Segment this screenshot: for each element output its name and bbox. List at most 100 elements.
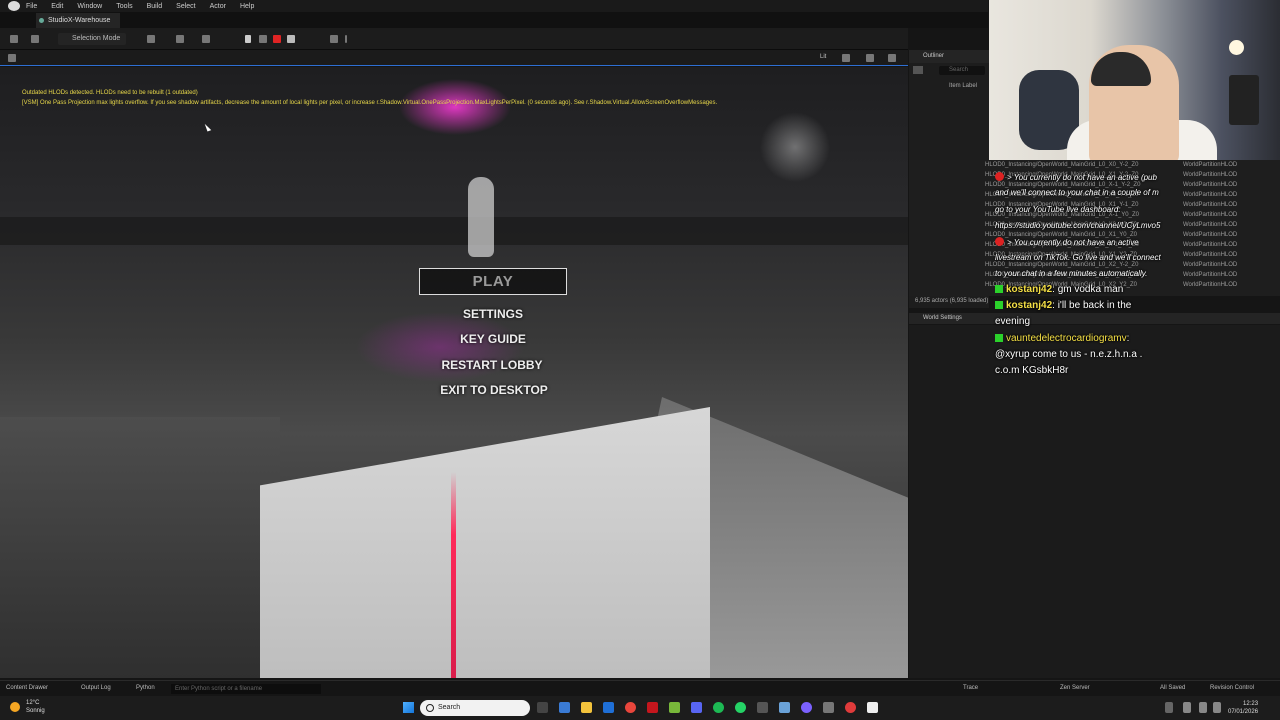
- chat-message-cont: @xyrup come to us - n.e.z.h.n.a .: [995, 349, 1143, 360]
- snap-icon[interactable]: [866, 54, 874, 62]
- task-view-icon[interactable]: [537, 702, 548, 713]
- viewport-settings-icon[interactable]: [888, 54, 896, 62]
- chat-system-message: to your chat in a few minutes automatica…: [995, 269, 1148, 278]
- content-browser-icon[interactable]: [31, 35, 39, 43]
- all-saved-button[interactable]: All Saved: [1160, 685, 1185, 691]
- app-icon[interactable]: [647, 702, 658, 713]
- console-input[interactable]: Enter Python script or a filename: [171, 684, 321, 694]
- menu-select[interactable]: Select: [176, 3, 195, 10]
- laser-beam: [451, 472, 456, 678]
- desk-surface: [260, 407, 710, 678]
- volume-icon[interactable]: [1199, 702, 1207, 713]
- viewport-menu-icon[interactable]: [8, 54, 16, 62]
- menu-bar: File Edit Window Tools Build Select Acto…: [0, 0, 988, 12]
- floor-area: [0, 417, 280, 678]
- play-button[interactable]: PLAY: [419, 268, 567, 295]
- speaker: [1229, 75, 1259, 125]
- weather-temp[interactable]: 12°C: [26, 700, 39, 706]
- tray-chevron-icon[interactable]: [1165, 702, 1173, 713]
- step-icon[interactable]: [259, 35, 267, 43]
- clock-date: 07/01/2026: [1228, 709, 1259, 715]
- bot-icon: [995, 172, 1004, 181]
- menu-help[interactable]: Help: [240, 3, 254, 10]
- chat-system-message: > You currently do not have an active: [995, 237, 1139, 247]
- editor-status-bar: Content Drawer Output Log Python Enter P…: [0, 680, 1280, 696]
- obs-icon[interactable]: [801, 702, 812, 713]
- outliner-tab[interactable]: Outliner: [909, 50, 989, 63]
- outliner-search-input[interactable]: Search: [939, 66, 985, 75]
- spotify-icon[interactable]: [713, 702, 724, 713]
- platforms-icon[interactable]: [330, 35, 338, 43]
- list-item[interactable]: HLOD0_Instancing/OpenWorld_MainGrid_L0_X…: [985, 160, 1275, 170]
- output-log-button[interactable]: Output Log: [81, 685, 111, 691]
- app-icon[interactable]: [779, 702, 790, 713]
- vsm-warning: [VSM] One Pass Projection max lights ove…: [22, 100, 718, 106]
- cinematics-icon[interactable]: [202, 35, 210, 43]
- main-toolbar: Selection Mode: [0, 28, 908, 50]
- mouse-cursor-icon: [204, 122, 212, 132]
- whatsapp-icon[interactable]: [735, 702, 746, 713]
- tab-level[interactable]: StudioX-Warehouse: [36, 13, 121, 28]
- exit-to-desktop-button[interactable]: EXIT TO DESKTOP: [394, 383, 594, 397]
- unreal-logo-icon[interactable]: [8, 1, 20, 11]
- show-flags-icon[interactable]: [842, 54, 850, 62]
- lit-mode-dropdown[interactable]: Lit: [820, 54, 826, 60]
- selection-mode-dropdown[interactable]: Selection Mode: [58, 33, 126, 45]
- content-drawer-button[interactable]: Content Drawer: [6, 685, 48, 691]
- level-viewport[interactable]: Outdated HLODs detected. HLODs need to b…: [0, 67, 908, 678]
- blueprint-icon[interactable]: [176, 35, 184, 43]
- sun-icon[interactable]: [10, 702, 20, 712]
- key-guide-button[interactable]: KEY GUIDE: [393, 332, 593, 346]
- add-actor-icon[interactable]: [147, 35, 155, 43]
- weather-desc[interactable]: Sonnig: [26, 708, 45, 714]
- tab-strip: StudioX-Warehouse: [0, 12, 988, 28]
- app-icon[interactable]: [757, 702, 768, 713]
- chrome-icon[interactable]: [625, 702, 636, 713]
- save-icon[interactable]: [10, 35, 18, 43]
- edge-icon[interactable]: [559, 702, 570, 713]
- unreal-taskbar-icon[interactable]: [867, 702, 878, 713]
- viewport-toolbar: Lit: [0, 50, 908, 66]
- world-settings-tab[interactable]: World Settings: [909, 313, 1280, 324]
- battery-icon[interactable]: [1213, 702, 1221, 713]
- webcam-overlay: [989, 0, 1280, 163]
- item-label-header[interactable]: Item Label: [949, 83, 977, 89]
- chat-message-cont: evening: [995, 316, 1031, 327]
- system-clock[interactable]: 12:23 07/01/2026: [1228, 700, 1258, 716]
- pause-icon[interactable]: [245, 35, 251, 43]
- clock-time: 12:23: [1243, 701, 1259, 707]
- restart-lobby-button[interactable]: RESTART LOBBY: [392, 358, 592, 372]
- chat-system-message: livestream on TikTok. Go live and we'll …: [995, 253, 1161, 262]
- python-dropdown[interactable]: Python: [136, 685, 155, 691]
- nvidia-icon[interactable]: [669, 702, 680, 713]
- hlod-warning: Outdated HLODs detected. HLODs need to b…: [22, 90, 198, 96]
- taskbar-search[interactable]: Search: [420, 700, 530, 716]
- menu-window[interactable]: Window: [77, 3, 102, 10]
- trace-dropdown[interactable]: Trace: [963, 685, 978, 691]
- chat-message-cont: c.o.m KGsbkH8r: [995, 365, 1069, 376]
- actor-count: 6,935 actors (6,935 loaded): [915, 298, 989, 304]
- store-icon[interactable]: [603, 702, 614, 713]
- file-explorer-icon[interactable]: [581, 702, 592, 713]
- settings-button[interactable]: SETTINGS: [393, 307, 593, 321]
- wifi-icon[interactable]: [1183, 702, 1191, 713]
- discord-icon[interactable]: [691, 702, 702, 713]
- eject-icon[interactable]: [287, 35, 295, 43]
- character-mannequin: [468, 177, 494, 257]
- app-icon[interactable]: [845, 702, 856, 713]
- chat-message: vauntedelectrocardiogramv:: [995, 333, 1129, 344]
- bot-icon: [995, 237, 1004, 246]
- revision-control-button[interactable]: Revision Control: [1210, 685, 1254, 691]
- menu-build[interactable]: Build: [147, 3, 163, 10]
- stop-icon[interactable]: [273, 35, 281, 43]
- zen-server-button[interactable]: Zen Server: [1060, 685, 1090, 691]
- menu-edit[interactable]: Edit: [51, 3, 63, 10]
- app-icon[interactable]: [823, 702, 834, 713]
- windows-start-icon[interactable]: [403, 702, 414, 713]
- menu-file[interactable]: File: [26, 3, 37, 10]
- menu-tools[interactable]: Tools: [116, 3, 132, 10]
- kick-badge-icon: [995, 301, 1003, 309]
- filter-icon[interactable]: [913, 66, 923, 74]
- more-options-icon[interactable]: [345, 35, 347, 43]
- menu-actor[interactable]: Actor: [210, 3, 226, 10]
